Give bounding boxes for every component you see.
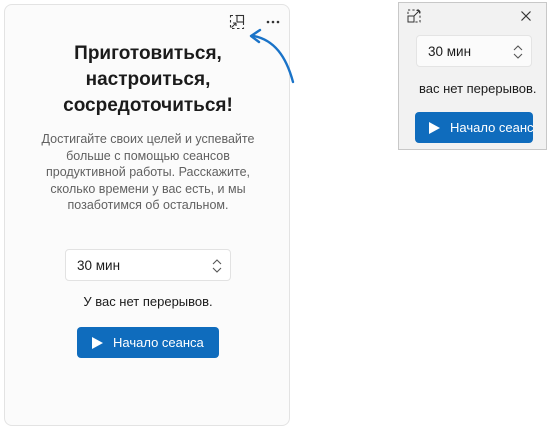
card-description: Достигайте своих целей и успевайте больш… [41, 132, 255, 212]
up-down-chevron-icon[interactable] [512, 44, 524, 63]
compact-focus-window: 30 мин вас нет перерывов. Начало сеанса [398, 2, 547, 150]
mini-start-session-button[interactable]: Начало сеанса [415, 112, 533, 143]
mini-duration-value: 30 мин [428, 43, 472, 59]
play-icon [90, 336, 104, 350]
annotation-arrow [249, 28, 295, 84]
expand-icon [407, 9, 421, 28]
close-button[interactable] [518, 10, 534, 26]
duration-select[interactable]: 30 мин [65, 249, 231, 281]
start-session-label: Начало сеанса [113, 335, 204, 350]
close-icon [520, 9, 532, 27]
break-info-text: У вас нет перерывов. [83, 294, 213, 309]
play-icon [427, 121, 441, 135]
mini-start-session-label: Начало сеанса [450, 120, 533, 135]
stage: Приготовиться, настроиться, сосредоточит… [0, 0, 549, 432]
heading-line-3: сосредоточиться! [63, 95, 233, 116]
up-down-chevron-icon[interactable] [211, 258, 223, 277]
expand-button[interactable] [406, 9, 422, 28]
mini-duration-select[interactable]: 30 мин [416, 35, 532, 67]
duration-value: 30 мин [77, 257, 121, 273]
start-session-button[interactable]: Начало сеанса [77, 327, 219, 358]
mini-break-info-text: вас нет перерывов. [419, 81, 537, 96]
